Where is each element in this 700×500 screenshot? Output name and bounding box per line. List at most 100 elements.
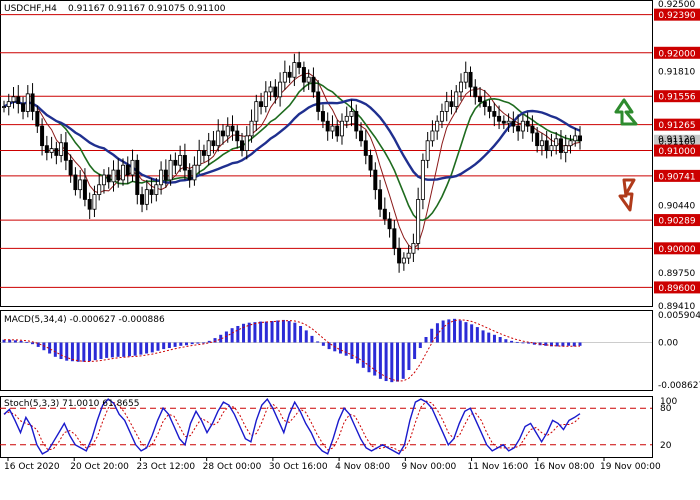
macd-bar	[150, 342, 154, 353]
macd-bar	[173, 342, 177, 347]
candle-body	[420, 159, 425, 200]
price-level-label: 0.91265	[658, 121, 695, 131]
candle-body	[201, 150, 206, 156]
candle-body	[130, 159, 135, 176]
candle-body	[235, 130, 240, 142]
candle-body	[230, 125, 235, 132]
macd-bar	[481, 330, 485, 343]
macd-bar	[93, 342, 97, 361]
candle-body	[187, 169, 192, 181]
price-level-label: 0.90000	[658, 245, 695, 255]
candle-body	[335, 125, 340, 137]
candle-body	[287, 71, 292, 78]
ohlc-readout: 0.91167 0.91167 0.91075 0.91100	[68, 4, 226, 14]
candle-body	[54, 148, 59, 156]
macd-bar	[276, 320, 280, 343]
candle-body	[558, 138, 563, 153]
candle-body	[211, 140, 216, 147]
candle-body	[392, 228, 397, 249]
candle-body	[97, 184, 102, 195]
macd-tick-label: 0.005904	[658, 311, 700, 321]
macd-bar	[424, 336, 428, 343]
candle-body	[216, 130, 221, 147]
macd-bar	[196, 342, 200, 344]
candle-body	[297, 62, 302, 68]
macd-bar	[453, 318, 457, 343]
macd-bar	[527, 342, 531, 344]
candle-body	[401, 257, 406, 264]
candle-body	[21, 103, 26, 112]
price-axis: 0.923900.920000.915560.912650.911000.910…	[654, 0, 700, 312]
candle-body	[339, 120, 344, 137]
macd-bar	[578, 342, 582, 346]
macd-bar	[122, 342, 126, 357]
macd-bar	[19, 340, 23, 343]
candle-body	[68, 159, 73, 176]
macd-bar	[356, 342, 360, 364]
macd-bar	[110, 342, 114, 358]
candle-body	[354, 111, 359, 132]
candle-body	[78, 179, 83, 191]
macd-bar	[390, 342, 394, 383]
pane-frames	[0, 0, 653, 458]
candle-body	[192, 164, 197, 181]
price-levels	[0, 14, 652, 288]
candle-body	[478, 96, 483, 103]
candle-body	[182, 155, 187, 171]
candle-body	[378, 189, 383, 210]
macd-bar	[230, 328, 234, 343]
candle-body	[554, 138, 559, 147]
candle-body	[125, 164, 130, 176]
candle-body	[240, 140, 245, 151]
candle-body	[482, 101, 487, 107]
candle-body	[468, 71, 473, 88]
chart-canvas: 0.923900.920000.915560.912650.911000.910…	[0, 0, 700, 472]
candle-body	[458, 81, 463, 93]
candle-body	[406, 252, 411, 259]
candle-body	[2, 106, 7, 108]
price-level-label: 0.92390	[658, 11, 695, 21]
macd-bar	[105, 342, 109, 358]
candle-body	[497, 115, 502, 122]
candle-body	[344, 115, 349, 122]
macd-bar	[344, 342, 348, 356]
macd-bar	[264, 321, 268, 343]
price-level-label: 0.89600	[658, 284, 695, 294]
candle-body	[525, 120, 530, 127]
candle-body	[92, 194, 97, 210]
macd-bar	[184, 342, 188, 346]
candle-body	[49, 148, 54, 153]
time-tick-label: 16 Nov 08:00	[534, 462, 595, 472]
candle-body	[263, 91, 268, 107]
candle-body	[73, 174, 78, 191]
time-tick-label: 28 Oct 00:00	[203, 462, 262, 472]
macd-bar	[413, 342, 417, 360]
time-tick-label: 30 Oct 16:00	[269, 462, 328, 472]
time-tick-label: 11 Nov 16:00	[468, 462, 529, 472]
price-tick-label: 0.89750	[658, 269, 695, 279]
candle-body	[63, 142, 68, 161]
macd-bar	[321, 342, 325, 346]
macd-bar	[487, 332, 491, 343]
candle-body	[544, 140, 549, 151]
pane-frame	[0, 0, 653, 307]
price-level-label: 0.91000	[658, 147, 695, 157]
price-level-label: 0.92000	[658, 49, 695, 59]
macd-bar	[350, 342, 354, 360]
macd-bar	[310, 335, 314, 343]
time-tick-label: 4 Nov 08:00	[335, 462, 390, 472]
macd-bar	[167, 342, 171, 349]
macd-bar	[190, 342, 194, 345]
macd-bar	[270, 321, 274, 343]
candle-body	[320, 111, 325, 122]
candle-body	[563, 145, 568, 153]
macd-bar	[299, 325, 303, 343]
candle-body	[163, 169, 168, 181]
macd-tick-label: 0.00	[658, 339, 678, 349]
macd-bar	[53, 342, 57, 357]
macd-bar	[139, 342, 143, 355]
candle-body	[273, 86, 278, 98]
candle-body	[121, 164, 126, 181]
candle-body	[578, 135, 583, 142]
candle-body	[168, 159, 173, 181]
